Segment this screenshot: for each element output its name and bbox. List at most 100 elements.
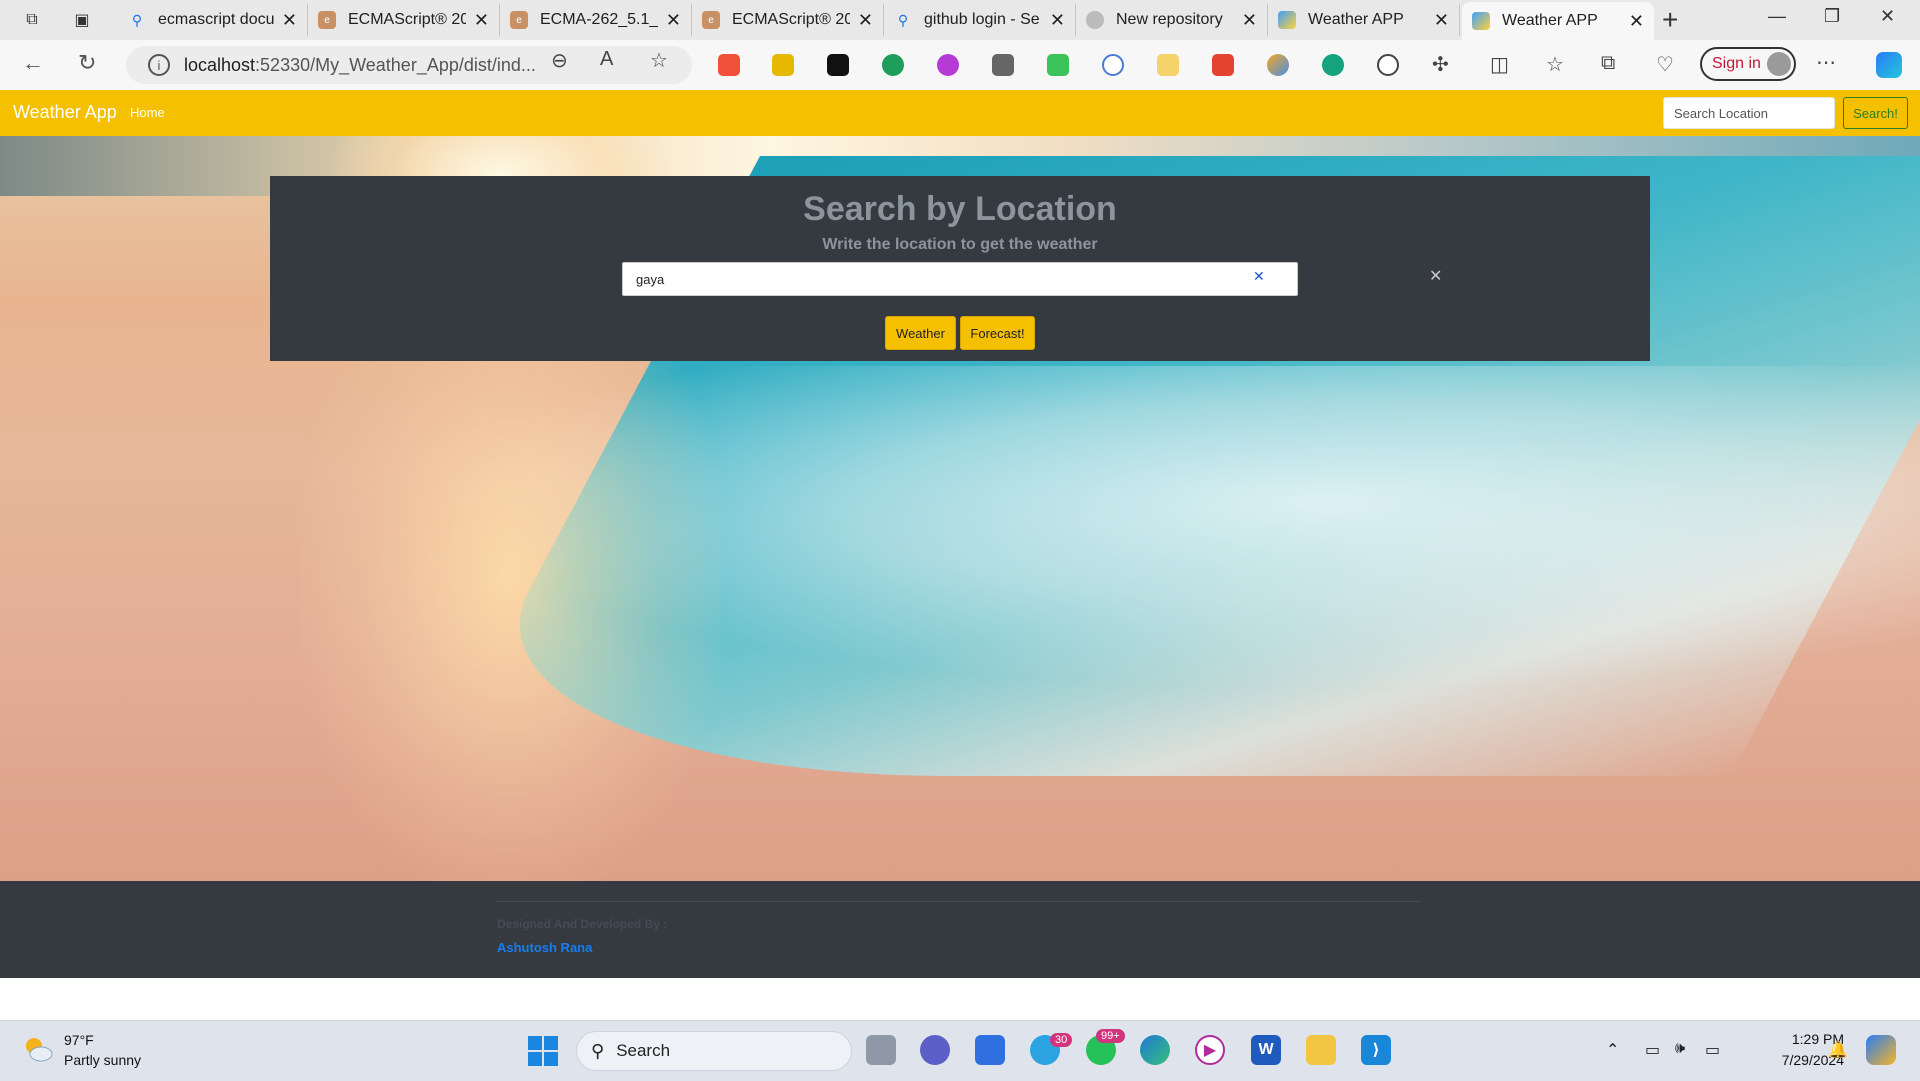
weather-icon bbox=[1278, 11, 1296, 29]
new-tab-icon[interactable]: + bbox=[1662, 4, 1678, 36]
browser-tab[interactable]: ⚲ ecmascript docu ✕ bbox=[118, 4, 308, 36]
profile-avatar-icon bbox=[1767, 52, 1791, 76]
location-input[interactable] bbox=[622, 262, 1298, 296]
volume-icon[interactable]: 🕪 bbox=[1675, 1040, 1685, 1058]
back-arrow-icon[interactable]: ← bbox=[22, 50, 44, 76]
meet-app-icon[interactable] bbox=[920, 1035, 950, 1065]
whatsapp-badge: 99+ bbox=[1096, 1029, 1125, 1043]
swift-extension-icon[interactable] bbox=[718, 54, 740, 76]
browser-tab[interactable]: New repository ✕ bbox=[1076, 4, 1268, 36]
chat-app-icon[interactable] bbox=[975, 1035, 1005, 1065]
browser-tab[interactable]: e ECMAScript® 20 ✕ bbox=[308, 4, 500, 36]
script-extension-icon[interactable] bbox=[827, 54, 849, 76]
browser-tab[interactable]: e ECMAScript® 20 ✕ bbox=[692, 4, 884, 36]
nav-link-home[interactable]: Home bbox=[130, 105, 165, 120]
browser-essentials-icon[interactable]: ♡ bbox=[1656, 52, 1674, 77]
search-panel: Search by Location Write the location to… bbox=[270, 176, 1650, 361]
tab-actions-icon[interactable]: ▣ bbox=[68, 6, 96, 34]
colorful-extension-icon[interactable] bbox=[1267, 54, 1289, 76]
file-explorer-icon[interactable] bbox=[1306, 1035, 1336, 1065]
tab-title: ECMA-262_5.1_e bbox=[540, 11, 658, 28]
browser-tab[interactable]: ⚲ github login - Se ✕ bbox=[884, 4, 1076, 36]
bolt-extension-icon[interactable] bbox=[1157, 54, 1179, 76]
close-tab-icon[interactable]: ✕ bbox=[282, 10, 297, 31]
weather-condition[interactable]: Partly sunny bbox=[64, 1052, 141, 1068]
address-url: localhost:52330/My_Weather_App/dist/ind.… bbox=[184, 55, 536, 76]
telegram-badge: 30 bbox=[1050, 1033, 1073, 1047]
page-footer: Designed And Developed By : Ashutosh Ran… bbox=[0, 881, 1920, 978]
copilot-taskbar-icon[interactable] bbox=[1866, 1035, 1896, 1065]
network-icon[interactable]: ▭ bbox=[1645, 1040, 1660, 1060]
tab-title: github login - Se bbox=[924, 11, 1040, 28]
browser-tab[interactable]: e ECMA-262_5.1_e ✕ bbox=[500, 4, 692, 36]
money-extension-icon[interactable] bbox=[1047, 54, 1069, 76]
word-icon[interactable]: W bbox=[1251, 1035, 1281, 1065]
weather-temperature[interactable]: 97°F bbox=[64, 1032, 94, 1048]
tab-title: New repository bbox=[1116, 11, 1223, 28]
weather-icon bbox=[1472, 12, 1490, 30]
grammarly-extension-icon[interactable] bbox=[1322, 54, 1344, 76]
browser-tab[interactable]: Weather APP ✕ bbox=[1268, 4, 1460, 36]
tab-title: ECMAScript® 20 bbox=[348, 11, 466, 28]
sign-in-label: Sign in bbox=[1712, 55, 1761, 72]
navbar-search-button[interactable]: Search! bbox=[1843, 97, 1908, 129]
extensions-puzzle-icon[interactable]: ✣ bbox=[1432, 52, 1449, 77]
video-extension-icon[interactable] bbox=[992, 54, 1014, 76]
task-view-icon[interactable] bbox=[866, 1035, 896, 1065]
close-tab-icon[interactable]: ✕ bbox=[1434, 10, 1449, 31]
sign-in-button[interactable]: Sign in bbox=[1700, 47, 1796, 81]
browser-tab-active[interactable]: Weather APP ✕ bbox=[1462, 2, 1654, 40]
grammar-extension-icon[interactable] bbox=[882, 54, 904, 76]
close-tab-icon[interactable]: ✕ bbox=[1629, 11, 1644, 32]
weather-button[interactable]: Weather bbox=[885, 316, 956, 350]
navbar-brand[interactable]: Weather App bbox=[13, 102, 117, 123]
close-tab-icon[interactable]: ✕ bbox=[1050, 10, 1065, 31]
search-icon: ⚲ bbox=[897, 11, 909, 28]
navbar-search-input[interactable] bbox=[1663, 97, 1835, 129]
workspaces-icon[interactable]: ⧉ bbox=[18, 6, 46, 34]
forecast-button[interactable]: Forecast! bbox=[960, 316, 1035, 350]
split-screen-icon[interactable]: ◫ bbox=[1490, 52, 1509, 77]
media-player-icon[interactable]: ▶ bbox=[1195, 1035, 1225, 1065]
zoom-out-icon[interactable]: ⊖ bbox=[551, 48, 568, 73]
close-tab-icon[interactable]: ✕ bbox=[858, 10, 873, 31]
close-tab-icon[interactable]: ✕ bbox=[474, 10, 489, 31]
more-menu-icon[interactable]: ⋯ bbox=[1816, 50, 1836, 75]
collections-icon[interactable]: ⧉ bbox=[1601, 52, 1615, 75]
todoist-extension-icon[interactable] bbox=[1212, 54, 1234, 76]
copilot-icon[interactable] bbox=[1876, 52, 1902, 78]
panel-subtitle: Write the location to get the weather bbox=[822, 236, 1098, 253]
close-tab-icon[interactable]: ✕ bbox=[1242, 10, 1257, 31]
close-window-icon[interactable]: ✕ bbox=[1880, 6, 1895, 27]
vscode-icon[interactable]: ⟩ bbox=[1361, 1035, 1391, 1065]
edge-browser-icon[interactable] bbox=[1140, 1035, 1170, 1065]
windows-start-icon[interactable] bbox=[528, 1036, 558, 1066]
search-icon: ⚲ bbox=[591, 1040, 605, 1061]
browser-tab-strip: ⧉ ▣ ⚲ ecmascript docu ✕ e ECMAScript® 20… bbox=[0, 0, 1920, 40]
read-aloud-icon[interactable]: A bbox=[600, 48, 613, 71]
app-navbar: Weather App Home Search! bbox=[0, 90, 1920, 136]
minimize-icon[interactable]: — bbox=[1768, 6, 1786, 27]
k-extension-icon[interactable] bbox=[937, 54, 959, 76]
taskbar-search-label: Search bbox=[616, 1041, 671, 1060]
site-info-icon[interactable]: i bbox=[148, 54, 170, 76]
restore-icon[interactable]: ❐ bbox=[1824, 6, 1840, 27]
windows-taskbar: 97°F Partly sunny ⚲ Search 30 99+ ▶ W ⟩ … bbox=[0, 1020, 1920, 1081]
browser-toolbar: ← ↻ i localhost:52330/My_Weather_App/dis… bbox=[0, 40, 1920, 91]
show-hidden-icons-icon[interactable]: ⌃ bbox=[1606, 1040, 1619, 1060]
taskbar-search[interactable]: ⚲ Search bbox=[576, 1031, 852, 1071]
notification-bell-icon[interactable]: 🔔 bbox=[1828, 1040, 1848, 1060]
clear-input-icon[interactable]: ✕ bbox=[1253, 268, 1265, 285]
footer-author-link[interactable]: Ashutosh Rana bbox=[497, 940, 592, 955]
battery-icon[interactable]: ▭ bbox=[1705, 1040, 1720, 1060]
close-tab-icon[interactable]: ✕ bbox=[666, 10, 681, 31]
highlighter-extension-icon[interactable] bbox=[772, 54, 794, 76]
code-extension-icon[interactable] bbox=[1377, 54, 1399, 76]
weather-partly-sunny-icon[interactable] bbox=[22, 1033, 54, 1065]
favorite-star-icon[interactable]: ☆ bbox=[650, 48, 668, 73]
clear-search-icon[interactable]: ✕ bbox=[1429, 266, 1442, 286]
url-host: localhost bbox=[184, 54, 256, 75]
reload-icon[interactable]: ↻ bbox=[78, 50, 96, 76]
favorites-icon[interactable]: ☆ bbox=[1546, 52, 1564, 77]
clock-extension-icon[interactable] bbox=[1102, 54, 1124, 76]
